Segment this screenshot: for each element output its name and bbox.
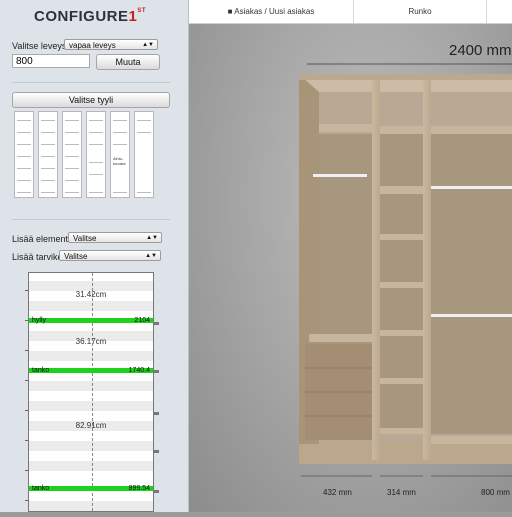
shelf-height-value: 2104 [134, 317, 150, 324]
measurement-label: 36.17cm [75, 337, 107, 346]
add-element-label: Lisää elementti [12, 234, 73, 244]
width-mode-select[interactable]: vapaa leveys ▲▼ [64, 39, 158, 50]
shelf-height-value: 1740.4 [128, 367, 150, 374]
top-bar: ■ Asiakas / Uusi asiakas Runko [189, 0, 512, 24]
tick [154, 450, 159, 453]
tick [154, 322, 159, 325]
style-thumbnail-2[interactable] [38, 111, 58, 198]
user-icon: ■ [227, 7, 233, 16]
shelf-type-label: hylly [32, 317, 47, 324]
3d-viewport[interactable]: 2400 mm 432 mm 314 mm 800 mm [189, 24, 512, 512]
choose-style-button[interactable]: Valitse tyyli [12, 92, 170, 108]
change-width-button[interactable]: Muuta [96, 54, 160, 70]
shelf-height-value: 899.54 [128, 485, 150, 492]
section-width-label: 314 mm [387, 488, 416, 497]
chevron-down-icon: ▲▼ [146, 235, 158, 241]
style-thumbnail-1[interactable] [14, 111, 34, 198]
tab-runko[interactable]: Runko [354, 0, 487, 23]
section-width-label: 432 mm [323, 488, 352, 497]
style-thumbnail-3[interactable] [62, 111, 82, 198]
customer-tab[interactable]: ■ Asiakas / Uusi asiakas [189, 0, 354, 23]
style-thumbnail-4[interactable] [86, 111, 106, 198]
logo: CONFIGURE1ST [34, 8, 147, 25]
tick [154, 370, 159, 373]
total-width-label: 2400 mm [449, 42, 512, 59]
measurement-label: 82.91cm [75, 421, 107, 430]
tick [154, 412, 159, 415]
add-accessory-label: Lisää tarvike [12, 252, 63, 262]
shelf-type-label: tanko [32, 485, 50, 492]
width-input[interactable]: 800 [12, 54, 90, 68]
tick [154, 490, 159, 493]
style-thumbnail-6[interactable] [134, 111, 154, 198]
shelf-type-label: tanko [32, 367, 50, 374]
width-label: Valitse leveys: [12, 41, 69, 51]
divider [12, 219, 170, 220]
center-guide [92, 273, 93, 511]
chevron-down-icon: ▲▼ [142, 42, 154, 48]
style-thumbnail-5[interactable]: Aihio- kuvake [110, 111, 130, 198]
divider [12, 82, 170, 83]
add-accessory-select[interactable]: Valitse ▲▼ [59, 250, 161, 261]
chevron-down-icon: ▲▼ [145, 253, 157, 259]
sidebar: CONFIGURE1ST Valitse leveys: vapaa levey… [0, 0, 189, 512]
measurement-label: 31.42cm [75, 290, 107, 299]
section-width-label: 800 mm [481, 488, 510, 497]
wardrobe-render [299, 63, 512, 477]
section-editor[interactable]: 31.42cm hylly 2104 36.17cm tanko 1740.4 … [28, 272, 154, 512]
style-thumbnail-text: Aihio- kuvake [113, 156, 126, 166]
add-element-select[interactable]: Valitse ▲▼ [68, 232, 162, 243]
